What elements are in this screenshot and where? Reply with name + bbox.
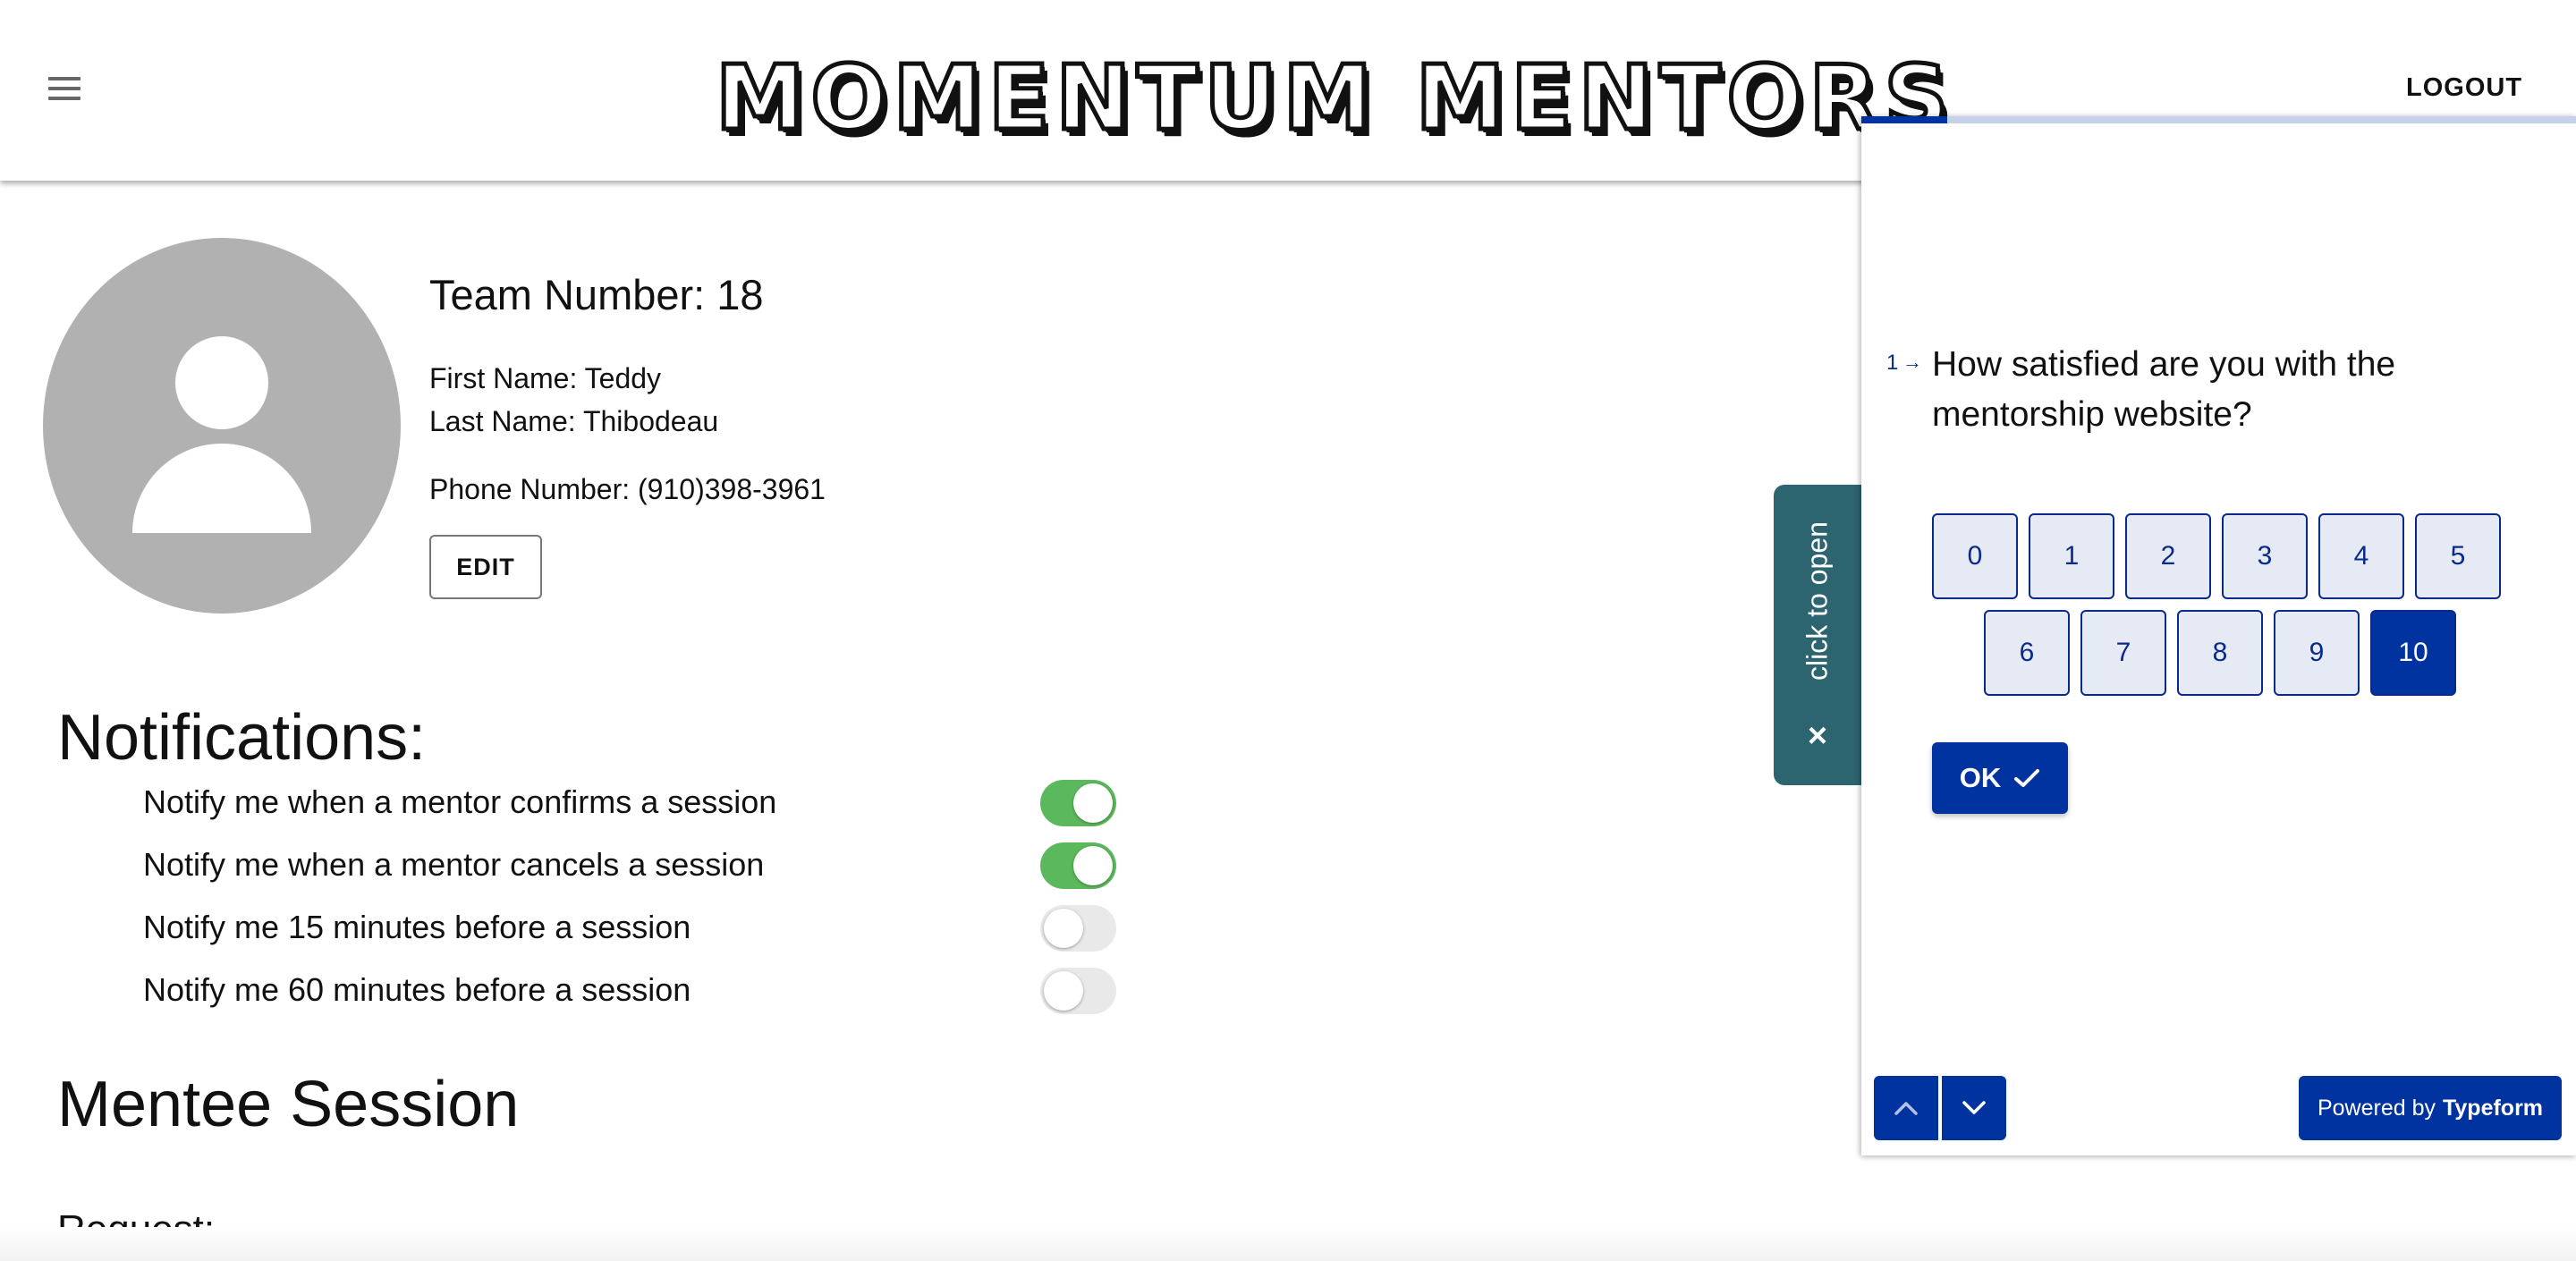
progress-bar [1861,116,2576,123]
rating-option[interactable]: 5 [2415,513,2501,599]
notification-toggle-confirm[interactable] [1040,780,1116,826]
site-logo[interactable]: MOMENTUM MENTORS [714,46,1952,150]
feedback-side-tab[interactable]: click to open × [1774,485,1861,785]
question-text: How satisfied are you with the mentorshi… [1932,345,2396,434]
side-tab-label: click to open [1801,521,1834,681]
rating-option[interactable]: 4 [2318,513,2404,599]
notifications-title: Notifications: [57,702,427,774]
ok-button[interactable]: OK [1932,742,2068,814]
rating-option[interactable]: 3 [2222,513,2308,599]
rating-option[interactable]: 9 [2274,610,2360,696]
rating-option[interactable]: 0 [1932,513,2018,599]
notification-label: Notify me when a mentor cancels a sessio… [143,846,765,883]
typeform-brand: Typeform [2442,1095,2544,1121]
notification-toggle-60min[interactable] [1040,968,1116,1014]
notification-label: Notify me when a mentor confirms a sessi… [143,783,777,820]
question-number: 1 [1886,351,1899,375]
powered-by-typeform-link[interactable]: Powered by Typeform [2299,1076,2562,1140]
chevron-down-icon [1962,1101,1986,1114]
chevron-up-icon [1894,1102,1918,1115]
close-icon[interactable]: × [1774,717,1861,756]
notification-label: Notify me 60 minutes before a session [143,971,691,1008]
notification-toggle-cancel[interactable] [1040,842,1116,889]
edit-button[interactable]: EDIT [429,535,542,599]
next-question-button[interactable] [1942,1076,2006,1140]
rating-option[interactable]: 1 [2029,513,2114,599]
mentee-session-title: Mentee Session [57,1069,520,1140]
notification-label: Notify me 15 minutes before a session [143,909,691,945]
rating-option[interactable]: 6 [1984,610,2070,696]
phone-number: Phone Number: (910)398-3961 [429,473,826,505]
avatar-body-shape [132,444,311,533]
arrow-right-icon: → [1902,351,1922,373]
rating-option[interactable]: 8 [2177,610,2263,696]
logout-button[interactable]: LOGOUT [2406,73,2522,103]
progress-bar-fill [1861,116,1947,123]
notification-toggle-15min[interactable] [1040,905,1116,952]
checkmark-icon [2014,769,2040,787]
first-name: First Name: Teddy [429,362,662,394]
menu-icon[interactable] [48,77,80,102]
avatar-head-shape [175,336,268,429]
ok-button-label: OK [1959,762,2002,793]
question-nav [1874,1076,2006,1140]
typeform-panel: 1 → How satisfied are you with the mento… [1861,116,2576,1155]
rating-option[interactable]: 2 [2125,513,2211,599]
team-number: Team Number: 18 [429,271,764,318]
previous-question-button[interactable] [1874,1076,1938,1140]
avatar [43,238,401,614]
powered-prefix: Powered by [2317,1095,2436,1121]
last-name: Last Name: Thibodeau [429,405,719,437]
rating-option[interactable]: 10 [2370,610,2456,696]
page-bottom-fade [0,1227,2576,1261]
rating-option[interactable]: 7 [2080,610,2166,696]
